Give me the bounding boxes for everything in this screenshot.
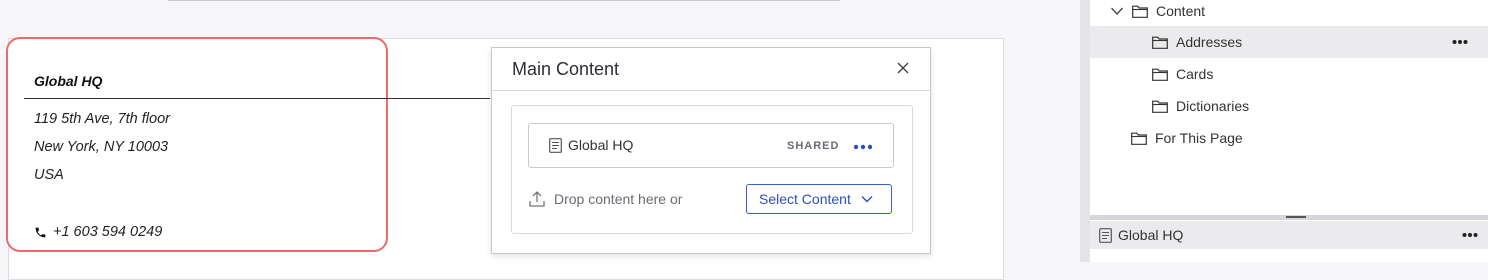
tree-item-label: Cards — [1176, 66, 1214, 82]
close-button[interactable] — [894, 59, 912, 77]
tree-item-cards[interactable]: Cards — [1090, 58, 1488, 90]
address-title: Global HQ — [34, 73, 103, 89]
tree-item-label: Addresses — [1176, 34, 1243, 50]
divider — [168, 0, 840, 1]
page-canvas: Global HQ 119 5th Ave, 7th floor New Yor… — [0, 0, 1080, 280]
tree-item-for-this-page[interactable]: For This Page — [1090, 122, 1488, 154]
content-item-card[interactable]: Global HQ SHARED — [528, 123, 894, 168]
address-line-2: New York, NY 10003 — [34, 139, 169, 155]
upload-icon — [529, 191, 545, 207]
drop-text: Drop content here or — [554, 191, 683, 207]
folder-icon — [1132, 5, 1148, 18]
more-icon[interactable] — [853, 144, 873, 150]
address-card[interactable]: Global HQ 119 5th Ave, 7th floor New Yor… — [6, 37, 388, 252]
select-content-label: Select Content — [759, 191, 851, 207]
folder-icon — [1152, 100, 1168, 113]
folder-icon — [1152, 68, 1168, 81]
tree-item-label: Dictionaries — [1176, 98, 1250, 114]
phone-row: +1 603 594 0249 — [34, 224, 162, 240]
selected-item-label: Global HQ — [1118, 227, 1184, 243]
chevron-down-icon[interactable] — [1110, 6, 1124, 16]
document-icon — [549, 138, 562, 153]
document-icon — [1099, 227, 1112, 243]
tree-item-content[interactable]: Content — [1090, 0, 1488, 22]
select-content-button[interactable]: Select Content — [746, 184, 892, 214]
address-line-1: 119 5th Ave, 7th floor — [34, 111, 170, 127]
dialog-title: Main Content — [512, 59, 620, 79]
more-icon[interactable] — [1452, 39, 1468, 45]
tree-item-label: For This Page — [1155, 130, 1243, 146]
more-icon[interactable] — [1462, 232, 1478, 238]
panel-divider[interactable] — [1080, 0, 1090, 262]
phone-number: +1 603 594 0249 — [53, 224, 163, 240]
tree-item-dictionaries[interactable]: Dictionaries — [1090, 90, 1488, 122]
drop-zone[interactable]: Drop content here or — [528, 190, 682, 208]
address-underline — [24, 98, 490, 99]
splitter-handle[interactable] — [1286, 216, 1306, 218]
content-area: Global HQ SHARED Drop content here or Se… — [511, 105, 913, 234]
tree-item-addresses[interactable]: Addresses — [1090, 26, 1488, 58]
dialog-header: Main Content — [492, 48, 930, 91]
phone-icon — [35, 227, 46, 237]
content-item-name: Global HQ — [568, 137, 634, 153]
folder-icon — [1131, 132, 1147, 145]
tree-item-label: Content — [1156, 3, 1206, 19]
shared-badge: SHARED — [787, 140, 840, 152]
address-line-3: USA — [34, 167, 64, 183]
close-icon — [897, 62, 909, 74]
main-content-dialog: Main Content Global HQ SHARED Drop conte… — [491, 47, 931, 254]
folder-icon — [1152, 36, 1168, 49]
selected-item-row[interactable]: Global HQ — [1090, 221, 1488, 249]
chevron-down-icon — [861, 196, 873, 203]
